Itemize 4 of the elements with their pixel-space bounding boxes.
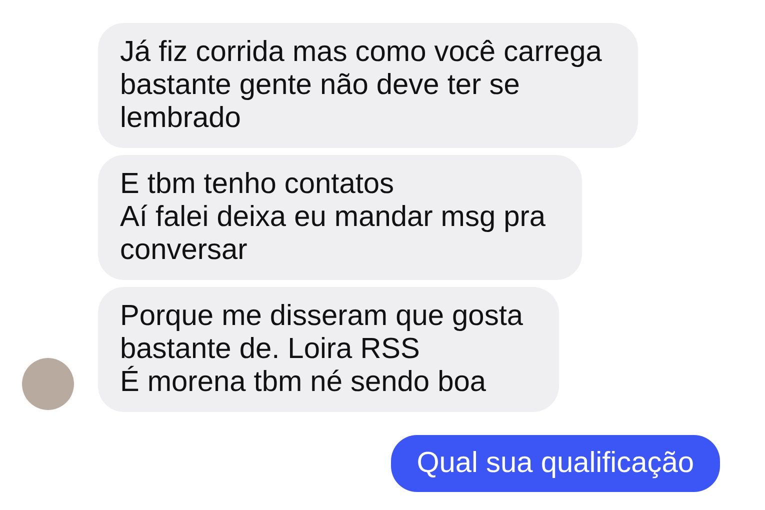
message-bubble: Porque me disseram que gosta bastante de. Loira RSS É morena tbm né sendo boa [98,287,559,412]
message-bubble: E tbm tenho contatos Aí falei deixa eu mandar msg pra conversar [98,155,582,280]
message-bubble: Já fiz corrida mas como você carrega bastante gente não deve ter se lembrado [98,23,638,148]
message-bubble: Qual sua qualificação [390,435,720,492]
